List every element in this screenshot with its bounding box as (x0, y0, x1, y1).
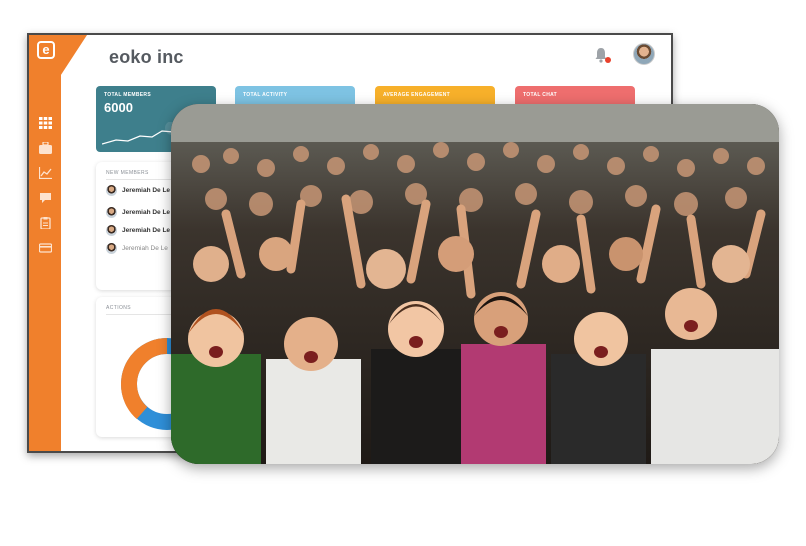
total-members-value: 6000 (104, 100, 133, 115)
chat-icon[interactable] (39, 192, 52, 204)
app-logo[interactable]: e (37, 41, 55, 59)
member-row[interactable]: Jeremiah De Le (106, 224, 170, 236)
notification-dot (605, 57, 611, 63)
member-name: Jeremiah De Le (122, 244, 168, 252)
total-chat-label: TOTAL CHAT (523, 92, 558, 98)
sidebar (29, 35, 61, 451)
average-engagement-label: AVERAGE ENGAGEMENT (383, 92, 450, 98)
app-title: eoko inc (109, 47, 184, 67)
sidebar-nav (29, 117, 61, 267)
member-row[interactable]: Jeremiah De Le (106, 242, 168, 254)
member-name: Jeremiah De Le (122, 208, 171, 216)
member-avatar (106, 224, 117, 236)
card-icon[interactable] (38, 242, 52, 254)
briefcase-icon[interactable] (38, 142, 52, 154)
member-name: Jeremiah De Le (122, 186, 171, 194)
member-avatar (106, 206, 117, 218)
crowd-photo (171, 104, 779, 464)
clipboard-icon[interactable] (39, 217, 52, 229)
member-row[interactable]: Jeremiah De Le (106, 206, 170, 218)
total-members-label: TOTAL MEMBERS (104, 92, 151, 98)
member-avatar (106, 242, 117, 254)
user-avatar[interactable] (633, 43, 655, 65)
total-activity-label: TOTAL ACTIVITY (243, 92, 288, 98)
member-avatar (106, 184, 117, 196)
stage: e eoko inc TOTAL MEMBERS 6000 TOTAL ACTI… (0, 0, 806, 546)
chart-icon[interactable] (38, 167, 52, 179)
grid-icon[interactable] (38, 117, 52, 129)
member-name: Jeremiah De Le (122, 226, 171, 234)
crowd-photo-illustration (171, 104, 779, 464)
member-row[interactable]: Jeremiah De Le (106, 184, 170, 196)
